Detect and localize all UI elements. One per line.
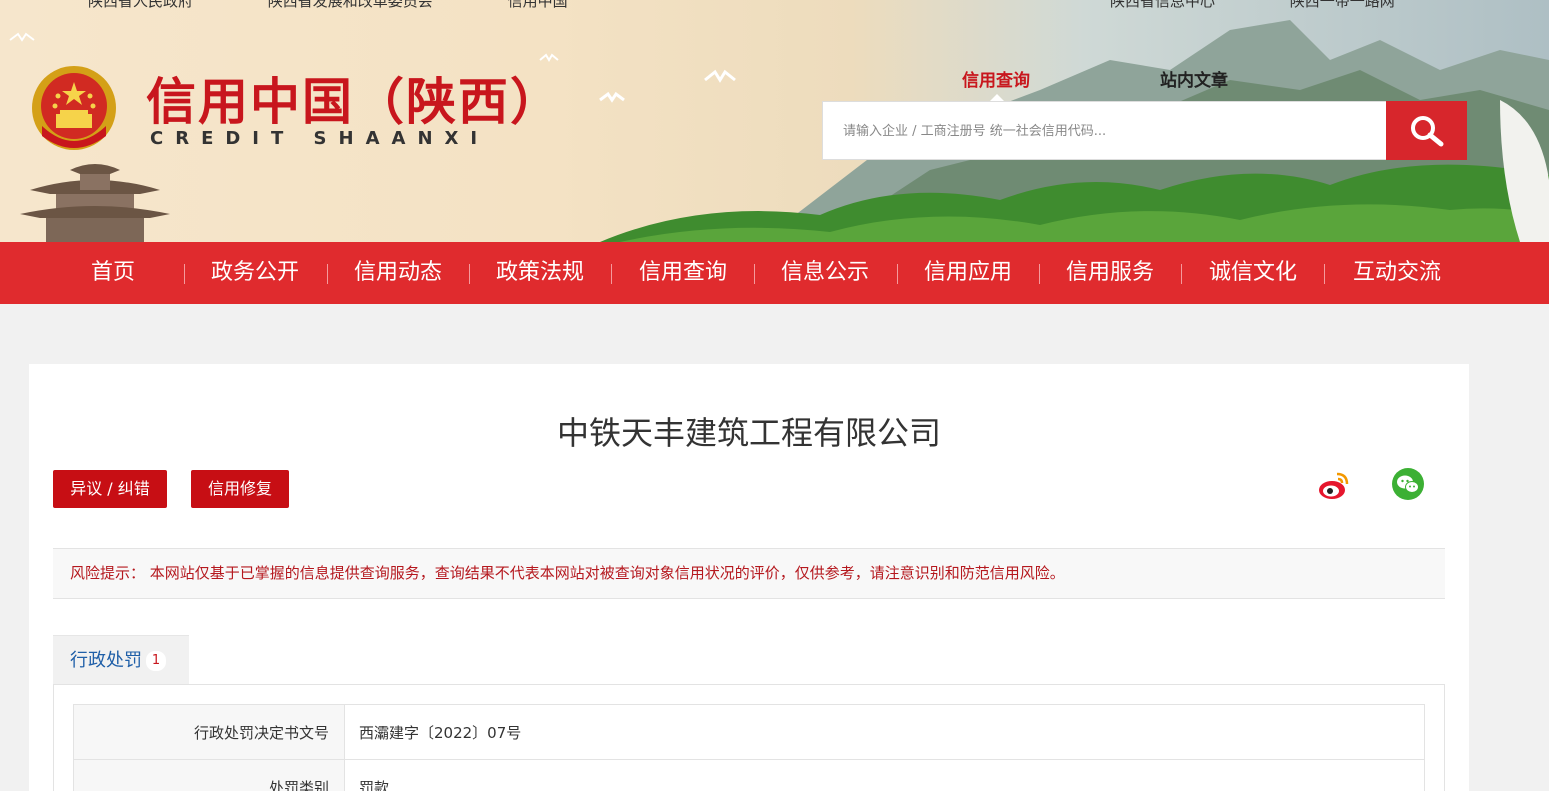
- site-logo-title[interactable]: 信用中国（陕西）: [146, 62, 562, 134]
- table-row: 行政处罚决定书文号 西灞建字〔2022〕07号: [73, 704, 1425, 760]
- nav-separator: [1181, 264, 1182, 284]
- top-links-right: 陕西省信息中心 陕西一带一路网: [1110, 0, 1465, 11]
- top-links-left: 陕西省人民政府 陕西省发展和改革委员会 信用中国: [88, 0, 638, 11]
- nav-item-policy[interactable]: 政策法规: [475, 242, 605, 304]
- nav-item-interaction[interactable]: 互动交流: [1332, 242, 1462, 304]
- tab-count-badge: 1: [146, 651, 166, 671]
- penalty-info-table: 行政处罚决定书文号 西灞建字〔2022〕07号 处罚类别 罚款: [73, 704, 1425, 791]
- table-value: 罚款: [344, 759, 1425, 791]
- nav-item-credit-news[interactable]: 信用动态: [333, 242, 463, 304]
- top-link-credit-china[interactable]: 信用中国: [508, 0, 568, 10]
- table-key: 处罚类别: [73, 759, 345, 791]
- nav-item-home[interactable]: 首页: [48, 242, 178, 304]
- top-link-info-center[interactable]: 陕西省信息中心: [1110, 0, 1215, 10]
- tab-administrative-penalty[interactable]: 行政处罚 1: [53, 635, 189, 685]
- national-emblem-icon: [32, 66, 116, 150]
- weibo-share-icon[interactable]: [1317, 468, 1351, 502]
- nav-item-government-affairs[interactable]: 政务公开: [190, 242, 320, 304]
- main-nav: 首页 政务公开 信用动态 政策法规 信用查询 信息公示 信用应用 信用服务 诚信…: [0, 242, 1549, 304]
- company-detail-card: 中铁天丰建筑工程有限公司 异议 / 纠错 信用修复 风险提示： 本网站仅基于已掌…: [29, 364, 1469, 791]
- nav-separator: [897, 264, 898, 284]
- search-box: [822, 101, 1387, 160]
- wechat-share-icon[interactable]: [1392, 468, 1424, 500]
- top-link-provincial-government[interactable]: 陕西省人民政府: [88, 0, 193, 10]
- table-value: 西灞建字〔2022〕07号: [344, 704, 1425, 760]
- active-tab-caret: [990, 94, 1004, 101]
- nav-separator: [1039, 264, 1040, 284]
- table-key: 行政处罚决定书文号: [73, 704, 345, 760]
- nav-separator: [184, 264, 185, 284]
- top-link-belt-road[interactable]: 陕西一带一路网: [1290, 0, 1395, 10]
- nav-item-integrity-culture[interactable]: 诚信文化: [1188, 242, 1318, 304]
- nav-item-credit-application[interactable]: 信用应用: [903, 242, 1033, 304]
- objection-correction-button[interactable]: 异议 / 纠错: [53, 470, 167, 508]
- risk-warning: 风险提示： 本网站仅基于已掌握的信息提供查询服务，查询结果不代表本网站对被查询对…: [53, 548, 1445, 599]
- nav-item-credit-query[interactable]: 信用查询: [618, 242, 748, 304]
- header-banner: 陕西省人民政府 陕西省发展和改革委员会 信用中国 陕西省信息中心 陕西一带一路网…: [0, 0, 1549, 242]
- nav-item-credit-service[interactable]: 信用服务: [1045, 242, 1175, 304]
- search-tab-credit[interactable]: 信用查询: [962, 66, 1030, 91]
- nav-separator: [1324, 264, 1325, 284]
- search-icon: [1410, 115, 1443, 146]
- top-link-development-commission[interactable]: 陕西省发展和改革委员会: [268, 0, 433, 10]
- credit-repair-button[interactable]: 信用修复: [191, 470, 289, 508]
- pagoda-illustration: [20, 164, 170, 242]
- nav-separator: [754, 264, 755, 284]
- nav-separator: [327, 264, 328, 284]
- nav-separator: [611, 264, 612, 284]
- tab-label: 行政处罚: [70, 650, 142, 671]
- site-logo-subtitle: CREDIT SHAANXI: [150, 128, 490, 149]
- table-row: 处罚类别 罚款: [73, 759, 1425, 791]
- search-button[interactable]: [1386, 101, 1467, 160]
- penalty-panel: 行政处罚决定书文号 西灞建字〔2022〕07号 处罚类别 罚款: [53, 684, 1445, 791]
- search-input[interactable]: [843, 103, 1367, 160]
- company-name: 中铁天丰建筑工程有限公司: [556, 414, 941, 452]
- search-tab-article[interactable]: 站内文章: [1160, 66, 1228, 91]
- nav-item-info-publicity[interactable]: 信息公示: [760, 242, 890, 304]
- nav-separator: [469, 264, 470, 284]
